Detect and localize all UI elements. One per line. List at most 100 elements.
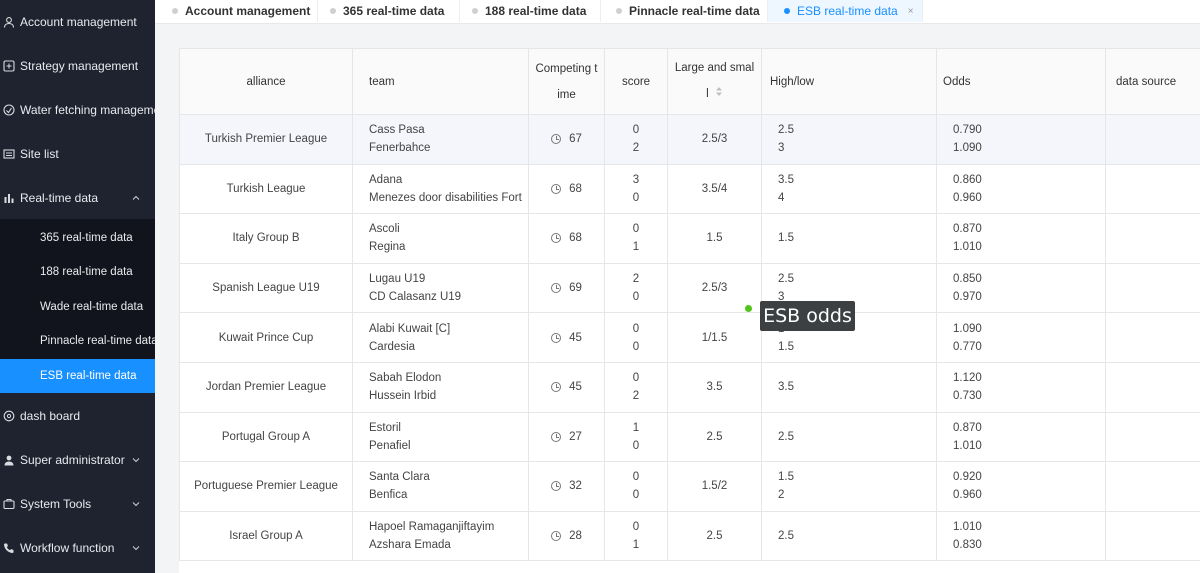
away-score: 0	[632, 340, 640, 353]
score-cell: 02	[604, 361, 668, 413]
home-score: 0	[632, 124, 640, 137]
large-small-cell: 1.5	[667, 213, 762, 264]
time-cell: 45	[528, 361, 605, 413]
score-cell: 30	[604, 163, 668, 215]
home-team: Lugau U19	[369, 273, 426, 286]
odds-cell: 1.120 0.730	[936, 361, 1106, 413]
high-value: 3.5	[778, 173, 794, 186]
clock-icon	[551, 332, 562, 343]
menu-label: Real-time data	[20, 191, 99, 205]
team-cell: Hapoel Ramaganjiftayim Azshara Emada	[352, 510, 529, 562]
menu-dash-board[interactable]: dash board	[0, 398, 155, 434]
tab-bar: Account management 365 real-time data 18…	[155, 0, 1200, 24]
tab-account-management[interactable]: Account management	[172, 0, 318, 22]
table-row[interactable]: Portugal Group A Estoril Penafiel 27 1 0 2.5 2.…	[179, 411, 1200, 463]
sidebar: Account management Strategy management W…	[0, 0, 155, 573]
home-score: 0	[632, 521, 640, 534]
alliance-cell: Turkish League	[179, 163, 353, 215]
submenu-item-188-real-time-data[interactable]: 188 real-time data	[0, 255, 155, 289]
tab-esb-real-time-data[interactable]: ESB real-time data ×	[768, 0, 923, 22]
team-cell: Alabi Kuwait [C] Cardesia	[352, 312, 529, 363]
home-odds: 0.870	[953, 223, 982, 236]
time-cell: 67	[528, 114, 605, 165]
competing-time: 45	[569, 381, 582, 394]
home-score: 0	[632, 223, 640, 236]
odds-cell: 0.790 1.090	[936, 114, 1106, 165]
home-odds: 0.870	[953, 421, 982, 434]
submenu-item-pinnacle-real-time-data[interactable]: Pinnacle real-time data	[0, 324, 155, 358]
menu-system-tools[interactable]: System Tools	[0, 486, 155, 522]
sort-icon[interactable]	[715, 81, 723, 107]
high-low-cell: 3.5 4	[761, 163, 937, 215]
alliance-cell: Italy Group B	[179, 213, 353, 264]
score-cell: 00	[604, 312, 668, 363]
table-row[interactable]: Italy Group B Ascoli Regina 68 0 1 1.5 1.5 0.870…	[179, 213, 1200, 264]
tab-pinnacle-real-time-data[interactable]: Pinnacle real-time data	[601, 0, 768, 22]
close-icon[interactable]: ×	[908, 6, 914, 17]
status-dot	[745, 305, 752, 312]
odds-cell: 1.010 0.830	[936, 510, 1106, 562]
team-cell: Sabah Elodon Hussein Irbid	[352, 361, 529, 413]
chevron-down-icon	[131, 542, 141, 552]
tab-365-real-time-data[interactable]: 365 real-time data	[318, 0, 460, 22]
away-team: Azshara Emada	[369, 539, 451, 552]
score-cell: 01	[604, 213, 668, 264]
clock-icon	[551, 183, 562, 194]
header-large-small[interactable]: Large and smal l	[667, 48, 762, 115]
home-odds: 0.920	[953, 471, 982, 484]
dashboard-icon	[3, 410, 15, 422]
home-odds: 0.850	[953, 273, 982, 286]
tab-dot	[330, 8, 336, 14]
home-team: Santa Clara	[369, 471, 430, 484]
away-odds: 1.010	[953, 241, 982, 254]
tab-188-real-time-data[interactable]: 188 real-time data	[460, 0, 601, 22]
table-row[interactable]: Israel Group A Hapoel Ramaganjiftayim Azsh…	[179, 510, 1200, 562]
home-score: 1	[632, 421, 640, 434]
menu-label: Site list	[20, 147, 59, 161]
menu-workflow-function[interactable]: Workflow function	[0, 530, 155, 566]
submenu-item-wade-real-time-data[interactable]: Wade real-time data	[0, 290, 155, 324]
data-source-cell	[1105, 510, 1200, 562]
submenu-item-esb-real-time-data[interactable]: ESB real-time data	[0, 359, 155, 393]
away-score: 0	[632, 191, 640, 204]
score-cell: 02	[604, 114, 668, 165]
home-team: Cass Pasa	[369, 124, 425, 137]
home-team: Hapoel Ramaganjiftayim	[369, 521, 495, 534]
menu-super-administrator[interactable]: Super administrator	[0, 442, 155, 478]
team-cell: Lugau U19 CD Calasanz U19	[352, 262, 529, 314]
submenu-item-365-real-time-data[interactable]: 365 real-time data	[0, 221, 155, 255]
away-score: 2	[632, 142, 640, 155]
away-score: 1	[632, 241, 640, 254]
high-low-cell: 1.5 2	[761, 461, 937, 512]
menu-real-time-data[interactable]: Real-time data	[0, 180, 155, 216]
table-row[interactable]: Kuwait Prince Cup Alabi Kuwait [C] Cardesi…	[179, 312, 1200, 363]
clock-icon	[551, 531, 562, 542]
large-small-cell: 2.5/3	[667, 114, 762, 165]
alliance-cell: Jordan Premier League	[179, 361, 353, 413]
away-team: Hussein Irbid	[369, 390, 437, 403]
high-value: 3.5	[778, 381, 794, 394]
menu-strategy-management[interactable]: Strategy management	[0, 48, 155, 84]
menu-site-list[interactable]: Site list	[0, 136, 155, 172]
competing-time: 27	[569, 430, 582, 443]
home-score: 0	[632, 372, 640, 385]
header-data-source: data source	[1105, 48, 1200, 115]
home-odds: 1.010	[953, 521, 982, 534]
clock-icon	[551, 481, 562, 492]
table-row[interactable]: Portuguese Premier League Santa Clara Benf…	[179, 461, 1200, 512]
table-row[interactable]: Jordan Premier League Sabah Elodon Hussein…	[179, 361, 1200, 413]
header-team: team	[352, 48, 529, 115]
header-alliance: alliance	[179, 48, 353, 115]
table-row[interactable]: Turkish Premier League Cass Pasa Fenerbahc…	[179, 114, 1200, 165]
menu-account-management[interactable]: Account management	[0, 4, 155, 40]
home-odds: 1.090	[953, 322, 982, 335]
time-cell: 68	[528, 213, 605, 264]
table-row[interactable]: Turkish League Adana Menezes door disabili…	[179, 163, 1200, 215]
menu-water-fetching-management[interactable]: Water fetching management	[0, 92, 155, 128]
time-cell: 68	[528, 163, 605, 215]
alliance-cell: Israel Group A	[179, 510, 353, 562]
away-team: Regina	[369, 241, 406, 254]
home-score: 0	[632, 322, 640, 335]
table-row[interactable]: Spanish League U19 Lugau U19 CD Calasanz U…	[179, 262, 1200, 314]
header-score: score	[604, 48, 668, 115]
